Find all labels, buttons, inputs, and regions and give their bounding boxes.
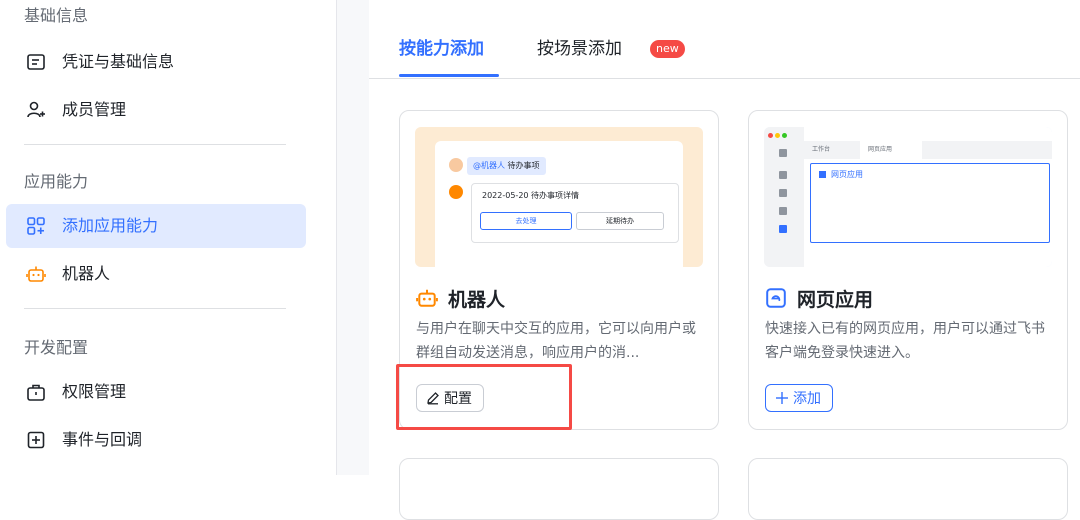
capability-card-web-app[interactable]: 工作台 网页应用 网页应用 网页应用 快速接入已有的网页应用，用户可以通过飞书客… [748,110,1068,430]
tab-by-scenario[interactable]: 按场景添加 [537,37,622,61]
add-button[interactable]: 添加 [765,384,833,412]
card-title-text: 机器人 [448,288,506,311]
preview-client-sidebar [764,127,804,267]
preview-sidebar-icon [779,171,787,179]
sidebar-item-add-capability[interactable]: 添加应用能力 [6,204,306,248]
preview-sidebar-icon [779,149,787,157]
preview-date-line: 2022-05-20 待办事项详情 [482,191,580,200]
sidebar-divider [24,308,286,309]
preview-message-card: 2022-05-20 待办事项详情 去处理 延期待办 [471,183,679,243]
sidebar-item-members[interactable]: 成员管理 [6,88,306,132]
tab-bar: 按能力添加 按场景添加 new [369,0,1080,79]
section-title-dev-config: 开发配置 [24,338,89,357]
card-title-text: 网页应用 [797,288,874,311]
capability-card-next[interactable] [748,458,1068,520]
capability-card-robot[interactable]: @机器人 待办事项 2022-05-20 待办事项详情 去处理 延期待办 机器人… [399,110,719,430]
sidebar-item-robot[interactable]: 机器人 [6,252,306,296]
sidebar-item-label: 添加应用能力 [62,216,159,235]
sidebar-item-label: 成员管理 [62,100,127,119]
preview-sidebar-icon [779,207,787,215]
sidebar-divider [24,144,286,145]
preview-tab-bar [804,141,1052,159]
sidebar-item-label: 权限管理 [62,382,127,401]
tab-by-capability[interactable]: 按能力添加 [399,37,484,61]
grid-add-icon [27,217,45,235]
sidebar-item-events[interactable]: 事件与回调 [6,418,306,462]
configure-button[interactable]: 配置 [416,384,484,412]
robot-icon [416,289,438,307]
new-badge: new [650,40,685,58]
preview-tab-workbench: 工作台 [812,146,831,153]
capability-card-next[interactable] [399,458,719,520]
plus-icon [776,392,788,404]
sidebar: 基础信息 凭证与基础信息 成员管理 应用能力 添加应用能力 机器人 开发配置 权… [0,0,337,475]
section-title-basic-info: 基础信息 [24,6,89,25]
preview-chip-text: 待办事项 [507,161,540,170]
sidebar-item-credentials[interactable]: 凭证与基础信息 [6,40,306,84]
preview-panel-label: 网页应用 [819,169,863,180]
event-plus-icon [27,431,45,449]
web-app-icon [766,288,786,308]
preview-primary-button: 去处理 [480,212,572,230]
preview-web-panel: 网页应用 [810,163,1050,243]
card-description: 快速接入已有的网页应用，用户可以通过飞书客户端免登录快速进入。 [765,321,1045,361]
section-title-app-capabilities: 应用能力 [24,172,89,191]
sidebar-item-permissions[interactable]: 权限管理 [6,370,306,414]
web-app-preview-image: 工作台 网页应用 网页应用 [764,127,1052,267]
member-add-icon [27,101,45,118]
preview-mention-chip: @机器人 待办事项 [467,157,546,175]
robot-preview-image: @机器人 待办事项 2022-05-20 待办事项详情 去处理 延期待办 [415,127,703,267]
configure-button-label: 配置 [444,391,472,407]
add-button-label: 添加 [793,391,821,407]
preview-sidebar-icon [779,189,787,197]
bot-avatar [449,185,463,199]
card-description: 与用户在聊天中交互的应用，它可以向用户或群组自动发送消息，响应用户的消... [416,321,696,361]
window-minimize-dot [775,133,780,138]
preview-chat-window: @机器人 待办事项 2022-05-20 待办事项详情 去处理 延期待办 [435,141,683,267]
card-title-robot: 机器人 [416,285,505,311]
edit-icon [427,392,439,405]
credential-icon [27,54,45,70]
user-avatar [449,158,463,172]
window-close-dot [768,133,773,138]
card-title-web-app: 网页应用 [765,285,873,311]
preview-panel-label-text: 网页应用 [831,170,863,179]
briefcase-icon [27,384,45,401]
preview-secondary-button: 延期待办 [576,212,664,230]
preview-client-window: 工作台 网页应用 网页应用 [764,127,1052,267]
preview-tab-web-app: 网页应用 [860,141,922,159]
robot-icon [26,266,46,282]
square-icon [819,171,826,178]
preview-sidebar-icon-active [779,225,787,233]
sidebar-item-label: 机器人 [62,264,111,283]
preview-mention: @机器人 [473,161,505,170]
sidebar-item-label: 凭证与基础信息 [62,52,175,71]
window-maximize-dot [782,133,787,138]
active-tab-indicator [399,74,499,77]
sidebar-item-label: 事件与回调 [62,430,143,449]
